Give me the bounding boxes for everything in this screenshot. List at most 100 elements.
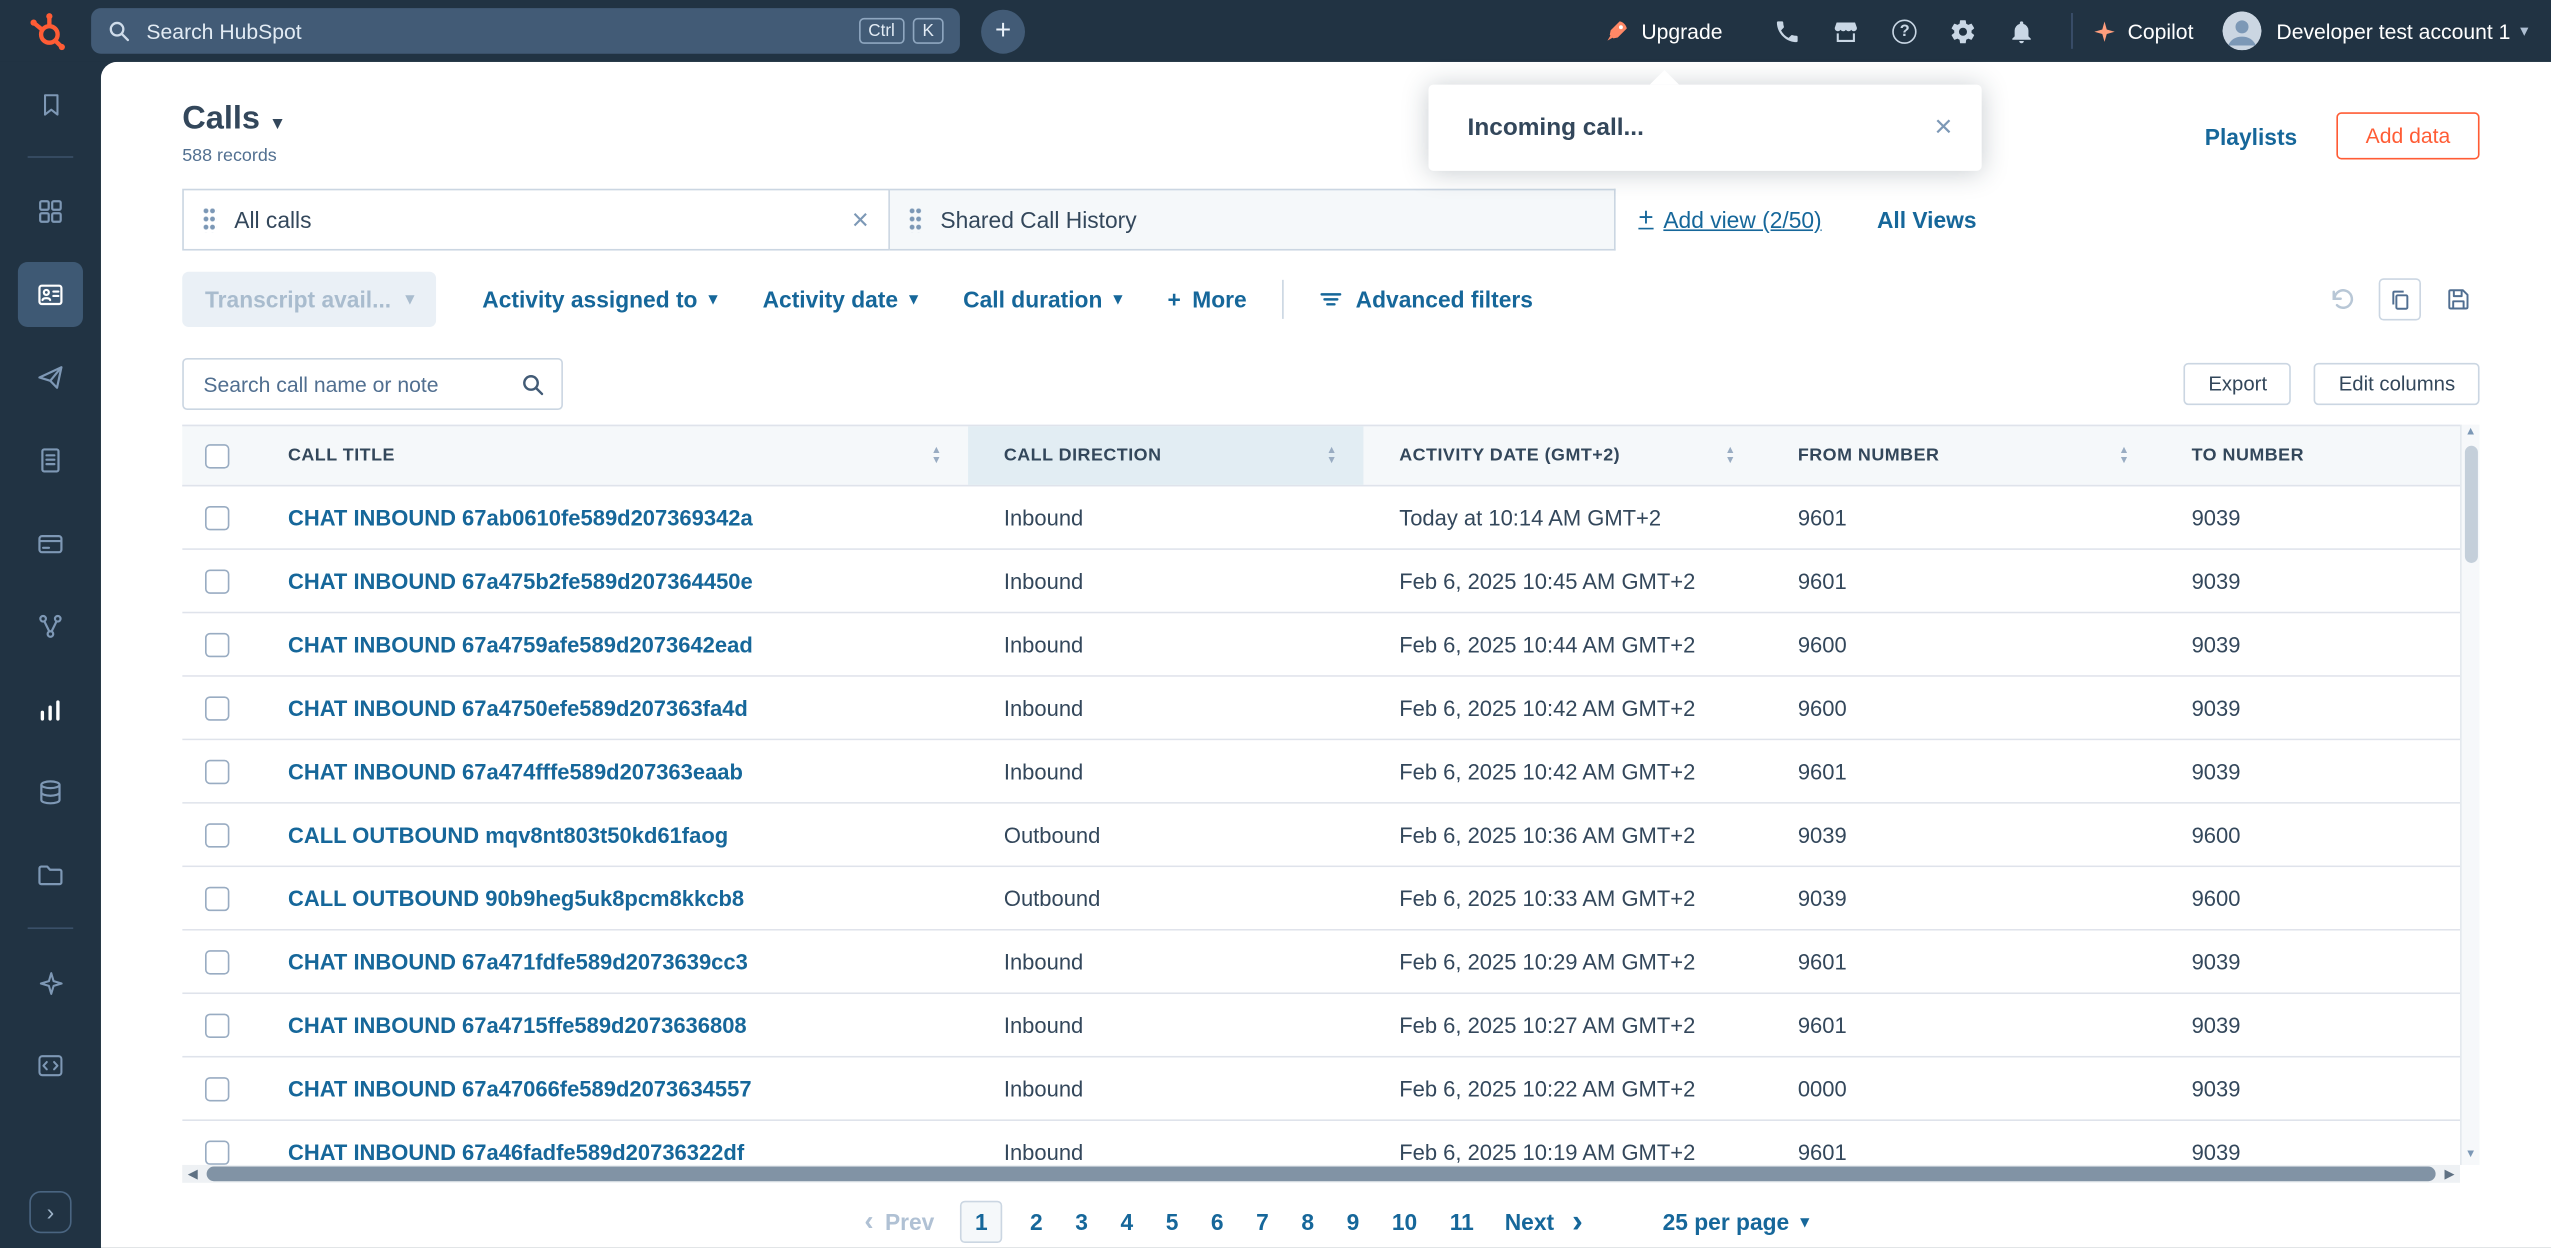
- table-search-input[interactable]: [200, 370, 521, 398]
- call-title-link[interactable]: CALL OUTBOUND 90b9heg5uk8pcm8kkcb8: [288, 886, 744, 910]
- all-views-link[interactable]: All Views: [1877, 207, 1977, 233]
- scrollbar-thumb[interactable]: [2464, 446, 2477, 563]
- tab-all-calls[interactable]: All calls ×: [182, 189, 890, 251]
- column-from-number[interactable]: FROM NUMBER ▲▼: [1762, 426, 2156, 485]
- drag-handle-icon[interactable]: [203, 207, 216, 231]
- table-row[interactable]: CALL OUTBOUND 90b9heg5uk8pcm8kkcb8 Outbo…: [182, 867, 2460, 930]
- scroll-right-icon[interactable]: ▶: [2439, 1165, 2460, 1183]
- global-search[interactable]: Ctrl K: [91, 8, 960, 54]
- page-number-2[interactable]: 2: [1014, 1209, 1059, 1235]
- call-title-link[interactable]: CHAT INBOUND 67a47066fe589d2073634557: [288, 1076, 752, 1100]
- row-checkbox[interactable]: [205, 1076, 229, 1100]
- table-row[interactable]: CHAT INBOUND 67a47066fe589d2073634557 In…: [182, 1058, 2460, 1121]
- filter-call-duration[interactable]: Call duration▾: [963, 286, 1122, 312]
- column-call-direction[interactable]: CALL DIRECTION ▲▼: [968, 426, 1363, 485]
- table-row[interactable]: CHAT INBOUND 67a46fadfe589d20736322df In…: [182, 1121, 2460, 1165]
- per-page-dropdown[interactable]: 25 per page▾: [1663, 1209, 1809, 1235]
- search-icon[interactable]: [521, 372, 545, 396]
- hubspot-logo-icon[interactable]: [26, 10, 68, 52]
- playlists-link[interactable]: Playlists: [2205, 123, 2297, 149]
- page-number-8[interactable]: 8: [1285, 1209, 1330, 1235]
- sort-icon[interactable]: ▲▼: [2119, 447, 2130, 465]
- table-row[interactable]: CHAT INBOUND 67ab0610fe589d207369342a In…: [182, 486, 2460, 549]
- sort-icon[interactable]: ▲▼: [1326, 447, 1337, 465]
- call-title-link[interactable]: CHAT INBOUND 67a4759afe589d2073642ead: [288, 632, 753, 656]
- column-to-number[interactable]: TO NUMBER: [2156, 426, 2460, 485]
- sort-icon[interactable]: ▲▼: [931, 447, 942, 465]
- sidebar-item-ai[interactable]: [18, 950, 83, 1015]
- page-number-5[interactable]: 5: [1149, 1209, 1194, 1235]
- sidebar-item-bookmarks[interactable]: [18, 72, 83, 137]
- table-row[interactable]: CHAT INBOUND 67a471fdfe589d2073639cc3 In…: [182, 931, 2460, 994]
- column-activity-date[interactable]: ACTIVITY DATE (GMT+2) ▲▼: [1363, 426, 1762, 485]
- advanced-filters-link[interactable]: Advanced filters: [1320, 286, 1533, 312]
- table-row[interactable]: CHAT INBOUND 67a4759afe589d2073642ead In…: [182, 613, 2460, 676]
- call-title-link[interactable]: CHAT INBOUND 67a4750efe589d207363fa4d: [288, 696, 748, 720]
- sidebar-item-developer[interactable]: [18, 1033, 83, 1098]
- sidebar-item-data[interactable]: [18, 760, 83, 825]
- notifications-button[interactable]: [1993, 7, 2052, 56]
- settings-button[interactable]: [1934, 7, 1993, 56]
- row-checkbox[interactable]: [205, 822, 229, 846]
- page-number-9[interactable]: 9: [1330, 1209, 1375, 1235]
- sidebar-item-automations[interactable]: [18, 594, 83, 659]
- table-row[interactable]: CHAT INBOUND 67a474fffe589d207363eaab In…: [182, 740, 2460, 803]
- page-number-1[interactable]: 1: [960, 1201, 1002, 1243]
- export-button[interactable]: Export: [2184, 363, 2292, 405]
- undo-button[interactable]: [2320, 278, 2362, 320]
- row-checkbox[interactable]: [205, 632, 229, 656]
- calling-button[interactable]: [1758, 7, 1817, 56]
- save-view-button[interactable]: [2437, 278, 2479, 320]
- call-title-link[interactable]: CHAT INBOUND 67a474fffe589d207363eaab: [288, 759, 743, 783]
- tab-shared-call-history[interactable]: Shared Call History: [890, 189, 1616, 251]
- sidebar-item-workspace[interactable]: [18, 179, 83, 244]
- scrollbar-thumb[interactable]: [207, 1167, 2436, 1182]
- page-number-4[interactable]: 4: [1104, 1209, 1149, 1235]
- marketplace-button[interactable]: [1817, 7, 1876, 56]
- row-checkbox[interactable]: [205, 1140, 229, 1164]
- vertical-scrollbar[interactable]: ▲ ▼: [2460, 425, 2480, 1165]
- page-number-6[interactable]: 6: [1195, 1209, 1240, 1235]
- account-avatar[interactable]: [2223, 11, 2262, 50]
- help-button[interactable]: ?: [1875, 7, 1934, 56]
- sidebar-item-crm[interactable]: [18, 262, 83, 327]
- sidebar-item-reporting[interactable]: [18, 677, 83, 742]
- select-all-checkbox[interactable]: [205, 443, 229, 467]
- table-row[interactable]: CHAT INBOUND 67a4750efe589d207363fa4d In…: [182, 677, 2460, 740]
- next-button[interactable]: Next: [1505, 1209, 1554, 1235]
- filter-activity-assigned-to[interactable]: Activity assigned to▾: [482, 286, 717, 312]
- sidebar-expand-button[interactable]: ›: [29, 1191, 71, 1233]
- row-checkbox[interactable]: [205, 569, 229, 593]
- prev-button[interactable]: Prev: [885, 1209, 934, 1235]
- call-title-link[interactable]: CHAT INBOUND 67a46fadfe589d20736322df: [288, 1140, 744, 1164]
- call-title-link[interactable]: CHAT INBOUND 67a471fdfe589d2073639cc3: [288, 949, 748, 973]
- edit-columns-button[interactable]: Edit columns: [2314, 363, 2479, 405]
- call-title-link[interactable]: CHAT INBOUND 67a4715ffe589d2073636808: [288, 1013, 747, 1037]
- call-title-link[interactable]: CHAT INBOUND 67ab0610fe589d207369342a: [288, 505, 753, 529]
- table-search[interactable]: [182, 358, 563, 410]
- sidebar-item-commerce[interactable]: [18, 511, 83, 576]
- table-row[interactable]: CHAT INBOUND 67a475b2fe589d207364450e In…: [182, 550, 2460, 613]
- sidebar-item-marketing[interactable]: [18, 345, 83, 410]
- row-checkbox[interactable]: [205, 696, 229, 720]
- table-row[interactable]: CHAT INBOUND 67a4715ffe589d2073636808 In…: [182, 994, 2460, 1057]
- scroll-left-icon[interactable]: ◀: [182, 1165, 203, 1183]
- page-number-11[interactable]: 11: [1433, 1209, 1490, 1235]
- copilot-button[interactable]: Copilot: [2092, 19, 2194, 43]
- scroll-up-icon[interactable]: ▲: [2465, 425, 2476, 441]
- close-icon[interactable]: ×: [1934, 112, 1952, 143]
- global-search-input[interactable]: [143, 17, 850, 45]
- call-title-link[interactable]: CHAT INBOUND 67a475b2fe589d207364450e: [288, 569, 753, 593]
- account-menu[interactable]: Developer test account 1: [2276, 19, 2510, 43]
- quick-add-button[interactable]: +: [981, 9, 1025, 53]
- sort-icon[interactable]: ▲▼: [1725, 447, 1736, 465]
- copy-view-button[interactable]: [2379, 278, 2421, 320]
- chevron-right-icon[interactable]: ›: [1554, 1203, 1601, 1240]
- add-view-link[interactable]: + Add view (2/50): [1638, 205, 1821, 234]
- horizontal-scrollbar[interactable]: ◀ ▶: [182, 1165, 2460, 1183]
- sidebar-item-files[interactable]: [18, 843, 83, 908]
- row-checkbox[interactable]: [205, 949, 229, 973]
- row-checkbox[interactable]: [205, 886, 229, 910]
- filter-activity-date[interactable]: Activity date▾: [763, 286, 918, 312]
- close-tab-icon[interactable]: ×: [852, 205, 869, 234]
